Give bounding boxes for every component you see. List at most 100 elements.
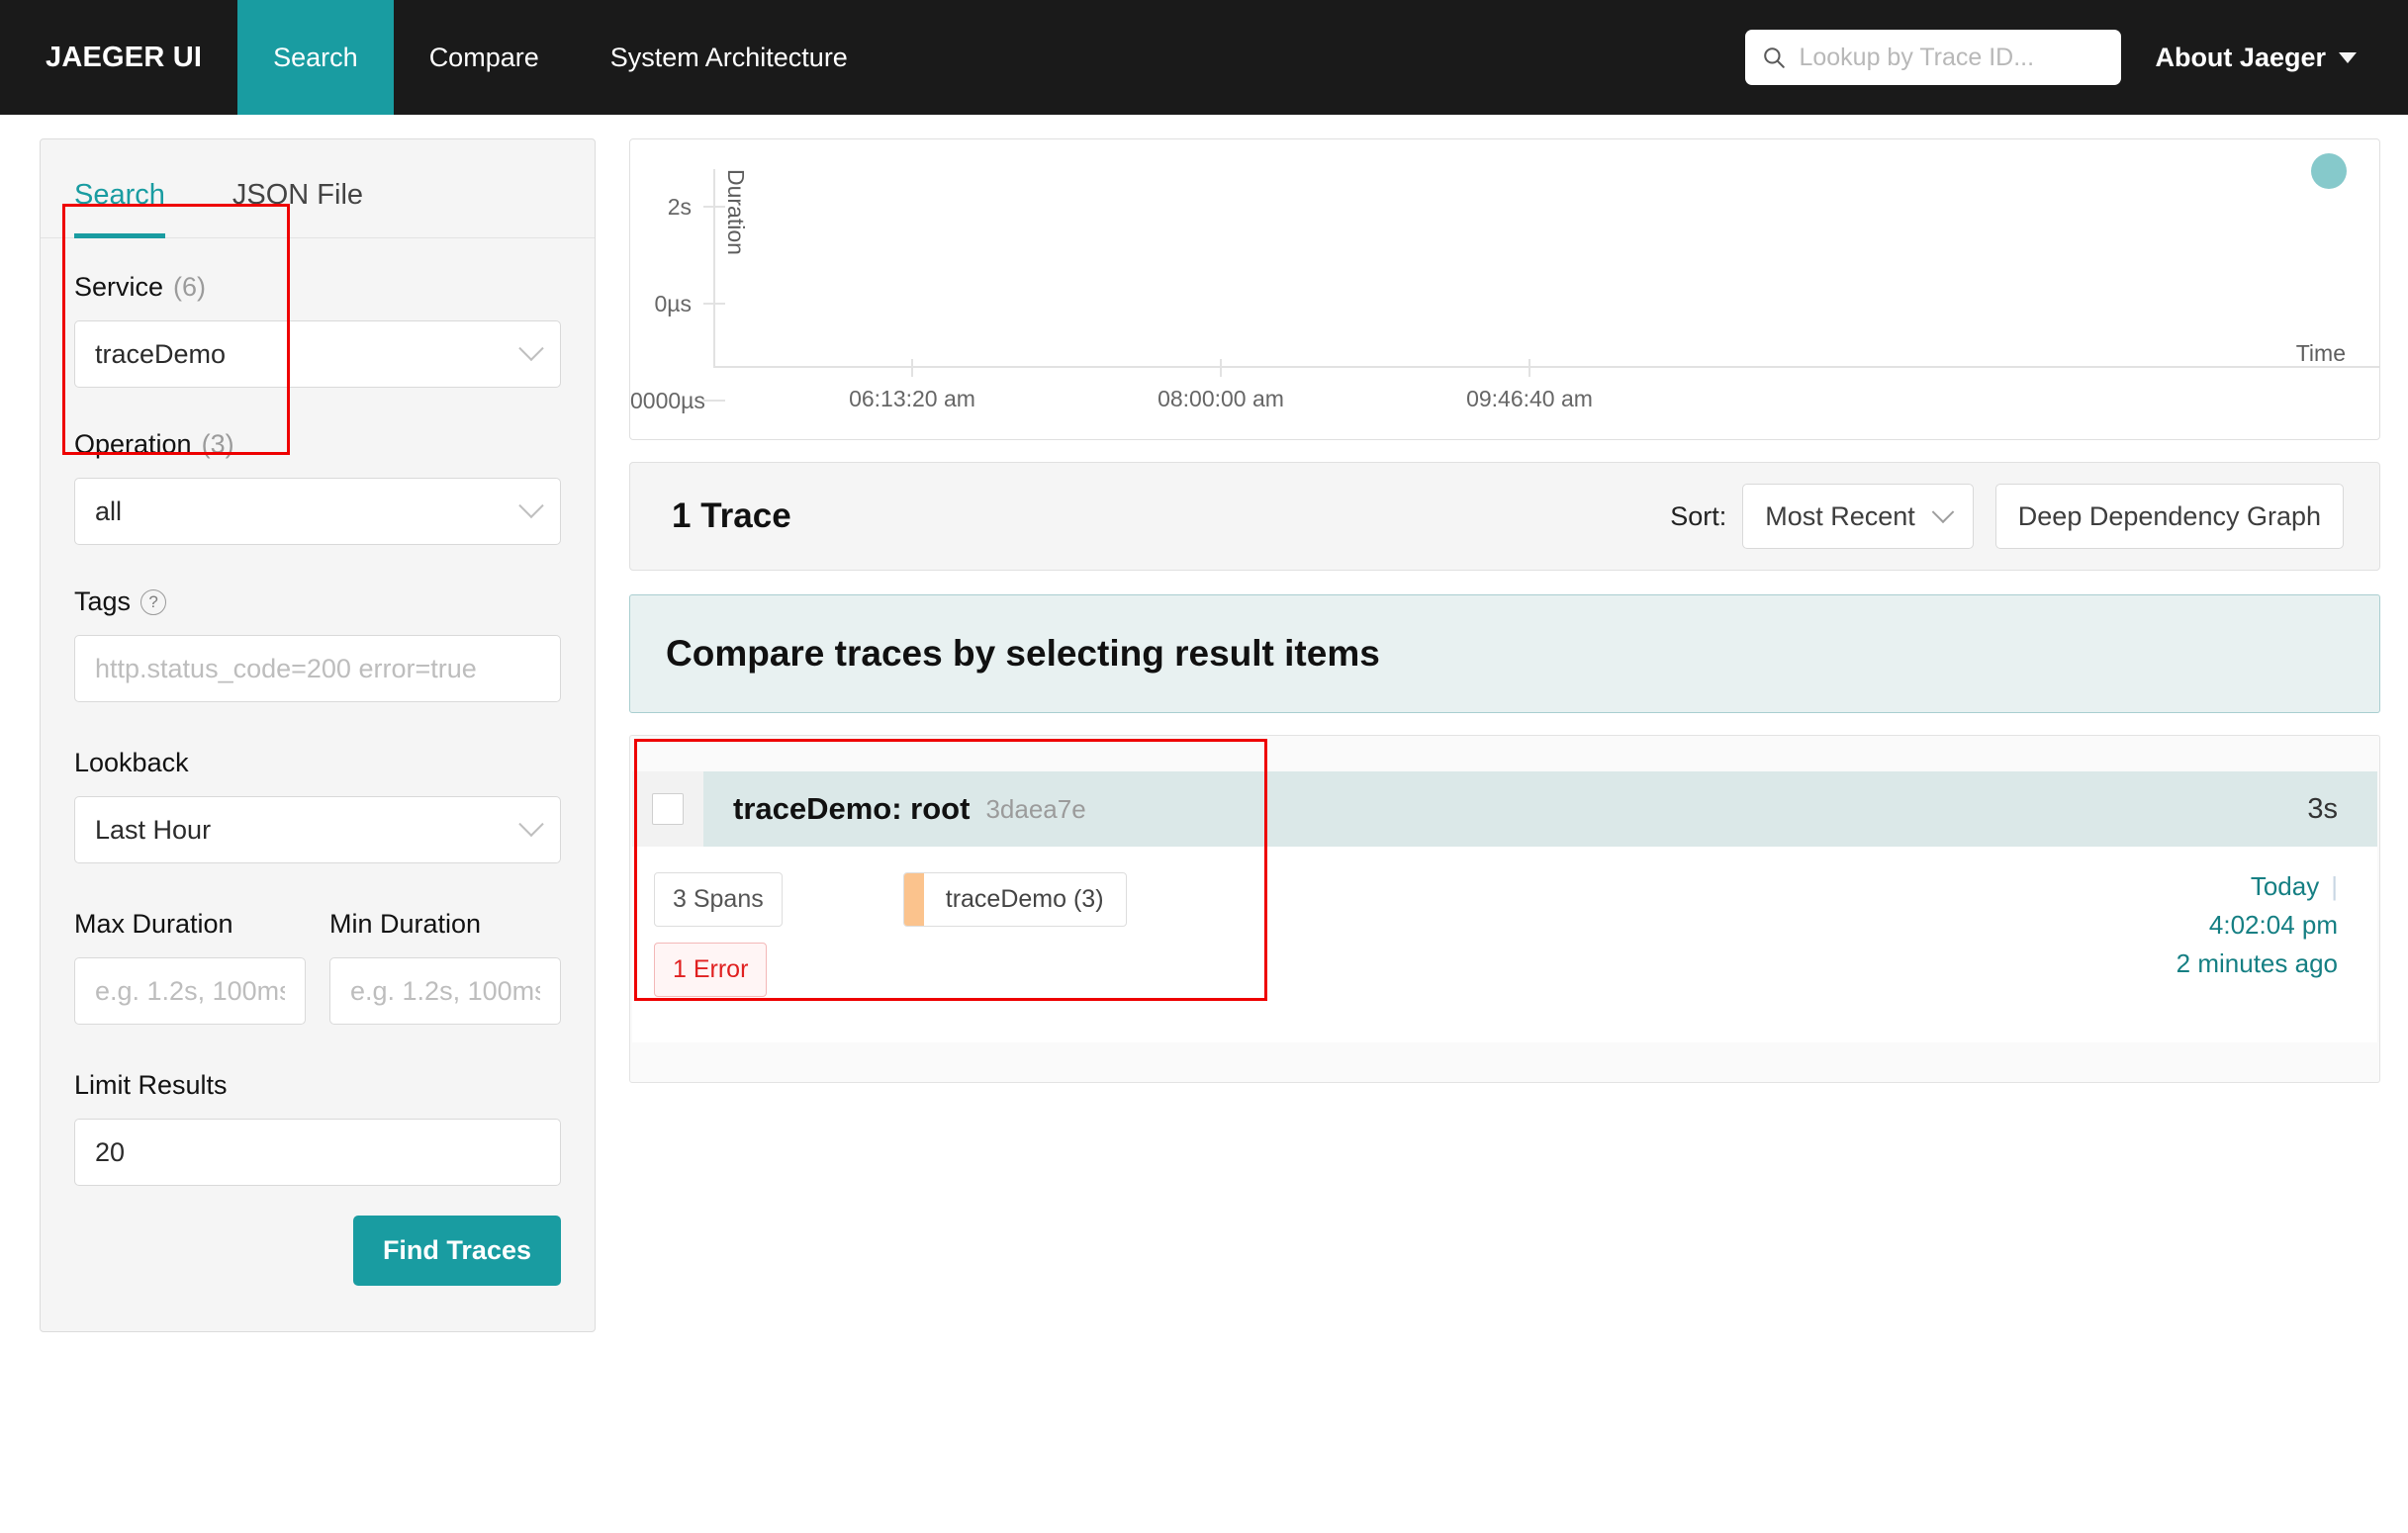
chevron-down-icon [518, 493, 544, 519]
trace-results-list: traceDemo: root 3daea7e 3s 3 Spans trace… [629, 735, 2380, 1083]
top-navigation-bar: JAEGER UI Search Compare System Architec… [0, 0, 2408, 115]
service-label: Service [74, 272, 164, 302]
lookback-label-row: Lookback [74, 748, 561, 778]
lookback-label: Lookback [74, 748, 189, 777]
chart-x-tick-label: 09:46:40 am [1466, 386, 1593, 411]
compare-traces-banner: Compare traces by selecting result items [629, 594, 2380, 713]
trace-span-count-badge[interactable]: 3 Spans [654, 872, 783, 927]
limit-results-label-row: Limit Results [74, 1070, 561, 1101]
operation-select[interactable]: all [74, 478, 561, 545]
service-color-swatch [903, 873, 924, 926]
app-brand[interactable]: JAEGER UI [0, 0, 237, 115]
main-content: 2s 0µs 0000µs Duration 06:13:20 am 08:00… [629, 138, 2380, 1083]
about-jaeger-label: About Jaeger [2155, 42, 2326, 72]
chart-x-tick [1220, 359, 1222, 377]
operation-value: all [95, 496, 123, 526]
trace-row-body: 3 Spans traceDemo (3) 1 Error Today | 4:… [632, 847, 2377, 1042]
find-traces-row: Find Traces [41, 1186, 595, 1286]
chevron-down-icon [1931, 500, 1955, 524]
deep-dependency-graph-button[interactable]: Deep Dependency Graph [1994, 484, 2344, 549]
chart-x-axis [713, 366, 2379, 368]
trace-duration: 3s [2307, 792, 2338, 825]
trace-scatter-chart[interactable]: 2s 0µs 0000µs Duration 06:13:20 am 08:00… [629, 138, 2380, 440]
chart-y-tick-label: 0µs [654, 291, 692, 316]
trace-service-chip[interactable]: traceDemo (3) [902, 872, 1127, 927]
sidebar-tabs: Search JSON File [41, 139, 595, 238]
service-select[interactable]: traceDemo [74, 320, 561, 388]
trace-time: 4:02:04 pm [2208, 910, 2338, 941]
nav-item-system-architecture[interactable]: System Architecture [575, 0, 883, 115]
operation-label: Operation [74, 429, 192, 459]
deep-dependency-graph-label: Deep Dependency Graph [2017, 500, 2321, 531]
max-duration-label: Max Duration [74, 909, 233, 939]
trace-meta-row-errors: 1 Error [654, 943, 2176, 997]
trace-title-group: traceDemo: root 3daea7e [703, 771, 2307, 847]
question-mark-icon[interactable]: ? [140, 588, 167, 615]
limit-results-input[interactable]: 20 [74, 1119, 561, 1186]
chart-x-tick-label: 08:00:00 am [1158, 386, 1284, 411]
operation-label-row: Operation (3) [74, 429, 561, 460]
tags-placeholder: http.status_code=200 error=true [95, 653, 477, 683]
max-duration-input[interactable]: e.g. 1.2s, 100ms, 500us [74, 957, 306, 1025]
search-sidebar: Search JSON File Service (6) traceDemo O… [40, 138, 596, 1332]
chart-data-point[interactable] [2311, 153, 2347, 189]
chevron-down-icon [518, 811, 544, 838]
trace-meta-row-primary: 3 Spans traceDemo (3) [654, 872, 2176, 927]
search-form: Service (6) traceDemo Operation (3) all … [41, 238, 595, 1186]
trace-day: Today [2250, 871, 2320, 901]
operation-count: (3) [201, 429, 234, 459]
chart-x-tick-label: 06:13:20 am [849, 386, 975, 411]
trace-day-row: Today | [2251, 872, 2338, 900]
min-duration-label-row: Min Duration [329, 909, 561, 940]
trace-lookup-wrapper: Lookup by Trace ID... [1745, 0, 2155, 115]
chart-y-tick-label: 2s [667, 194, 692, 220]
trace-service-operation: traceDemo: root [733, 791, 971, 826]
chart-y-tick [703, 303, 725, 305]
tags-input[interactable]: http.status_code=200 error=true [74, 635, 561, 702]
tags-label-row: Tags ? [74, 586, 561, 617]
service-value: traceDemo [95, 338, 227, 369]
trace-meta-group: 3 Spans traceDemo (3) 1 Error [632, 872, 2176, 1013]
tab-json-file[interactable]: JSON File [232, 139, 363, 237]
chevron-down-icon [2339, 51, 2357, 63]
trace-row-header[interactable]: traceDemo: root 3daea7e 3s [632, 771, 2377, 847]
find-traces-button[interactable]: Find Traces [352, 1216, 561, 1286]
trace-relative-time: 2 minutes ago [2176, 948, 2338, 979]
page-body: Search JSON File Service (6) traceDemo O… [0, 115, 2408, 1332]
lookback-value: Last Hour [95, 814, 212, 845]
trace-select-checkbox[interactable] [652, 793, 684, 825]
nav-item-search[interactable]: Search [237, 0, 394, 115]
sort-select[interactable]: Most Recent [1742, 484, 1974, 549]
trace-id: 3daea7e [985, 793, 1086, 824]
limit-results-label: Limit Results [74, 1070, 228, 1100]
sort-value: Most Recent [1765, 500, 1915, 531]
trace-result-row[interactable]: traceDemo: root 3daea7e 3s 3 Spans trace… [632, 739, 2377, 1042]
chart-y-axis-title: Duration [723, 169, 749, 255]
trace-error-badge[interactable]: 1 Error [654, 943, 768, 997]
chart-x-tick [1528, 359, 1530, 377]
tab-search[interactable]: Search [74, 139, 165, 238]
trace-select-cell[interactable] [632, 771, 703, 847]
max-duration-placeholder: e.g. 1.2s, 100ms, 500us [95, 975, 285, 1006]
chart-y-tick-label: 0000µs [630, 388, 705, 413]
trace-id-lookup-field[interactable]: Lookup by Trace ID... [1745, 30, 2122, 85]
results-toolbar: 1 Trace Sort: Most Recent Deep Dependenc… [629, 462, 2380, 571]
lookback-select[interactable]: Last Hour [74, 796, 561, 863]
about-jaeger-menu[interactable]: About Jaeger [2155, 0, 2408, 115]
chart-y-tick [703, 400, 725, 402]
min-duration-label: Min Duration [329, 909, 482, 939]
service-label-row: Service (6) [74, 272, 561, 303]
trace-count-label: 1 Trace [672, 496, 791, 535]
chart-x-axis-title: Time [2295, 340, 2346, 366]
nav-item-compare[interactable]: Compare [394, 0, 575, 115]
chevron-down-icon [518, 335, 544, 362]
timestamp-divider: | [2331, 871, 2338, 901]
chart-x-tick [911, 359, 913, 377]
service-count: (6) [173, 272, 207, 302]
limit-results-value: 20 [95, 1136, 126, 1167]
min-duration-placeholder: e.g. 1.2s, 100ms, 500us [350, 975, 540, 1006]
max-duration-label-row: Max Duration [74, 909, 306, 940]
sort-label: Sort: [1670, 500, 1727, 531]
min-duration-input[interactable]: e.g. 1.2s, 100ms, 500us [329, 957, 561, 1025]
